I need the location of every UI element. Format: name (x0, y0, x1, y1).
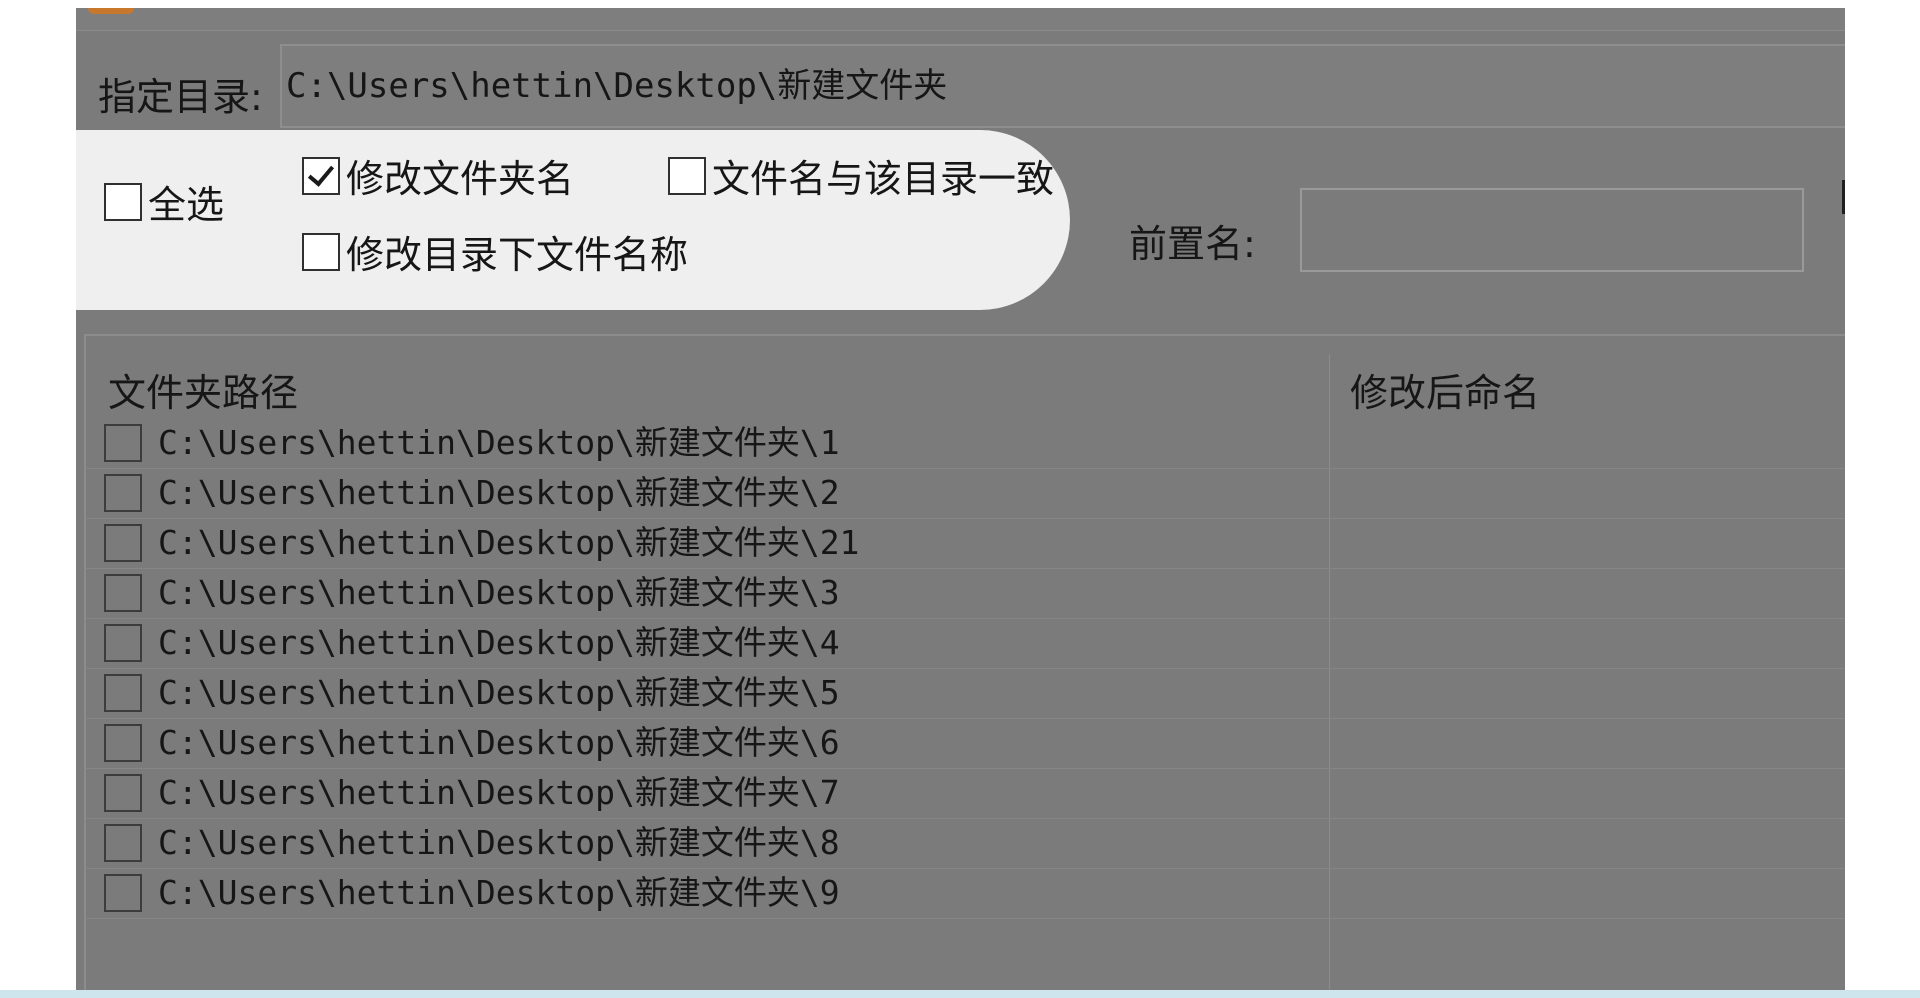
row-folder-path: C:\Users\hettin\Desktop\新建文件夹\9 (158, 873, 840, 912)
table-row[interactable]: C:\Users\hettin\Desktop\新建文件夹\1 (86, 418, 1845, 469)
select-all-checkbox[interactable] (104, 182, 142, 221)
row-checkbox[interactable] (104, 774, 142, 812)
directory-label: 指定目录: (98, 75, 263, 119)
table-row[interactable]: C:\Users\hettin\Desktop\新建文件夹\6 (86, 718, 1845, 769)
rename-folder-label: 修改文件夹名 (346, 157, 575, 201)
options-highlight-panel: 全选 修改文件夹名 文件名与该目录一致 修改目录下文件名称 (76, 130, 1070, 310)
rename-files-label: 修改目录下文件名称 (346, 233, 689, 277)
table-row[interactable]: C:\Users\hettin\Desktop\新建文件夹\2 (86, 468, 1845, 519)
row-checkbox[interactable] (104, 624, 142, 662)
row-checkbox[interactable] (104, 874, 142, 912)
table-row[interactable]: C:\Users\hettin\Desktop\新建文件夹\4 (86, 618, 1845, 669)
window-top-strip (76, 8, 1845, 31)
select-all-option[interactable]: 全选 (104, 174, 224, 229)
match-dir-name-checkbox[interactable] (668, 156, 706, 195)
row-checkbox[interactable] (104, 824, 142, 862)
row-checkbox[interactable] (104, 424, 142, 462)
table-row[interactable]: C:\Users\hettin\Desktop\新建文件夹\3 (86, 568, 1845, 619)
table-row[interactable]: C:\Users\hettin\Desktop\新建文件夹\7 (86, 768, 1845, 819)
row-checkbox[interactable] (104, 674, 142, 712)
app-icon (88, 8, 134, 14)
table-row[interactable]: C:\Users\hettin\Desktop\新建文件夹\8 (86, 818, 1845, 869)
rename-files-option[interactable]: 修改目录下文件名称 (302, 224, 688, 279)
match-dir-name-option[interactable]: 文件名与该目录一致 (668, 148, 1054, 203)
prefix-input[interactable] (1300, 188, 1804, 272)
folder-table: 文件夹路径 修改后命名 C:\Users\hettin\Desktop\新建文件… (84, 334, 1845, 990)
column-header-new-name[interactable]: 修改后命名 (1350, 362, 1540, 417)
directory-input[interactable]: C:\Users\hettin\Desktop\新建文件夹 (280, 44, 1845, 128)
row-folder-path: C:\Users\hettin\Desktop\新建文件夹\4 (158, 623, 840, 662)
row-folder-path: C:\Users\hettin\Desktop\新建文件夹\8 (158, 823, 840, 862)
row-folder-path: C:\Users\hettin\Desktop\新建文件夹\21 (158, 523, 860, 562)
row-folder-path: C:\Users\hettin\Desktop\新建文件夹\3 (158, 573, 840, 612)
row-folder-path: C:\Users\hettin\Desktop\新建文件夹\5 (158, 673, 840, 712)
rename-folder-option[interactable]: 修改文件夹名 (302, 148, 574, 203)
row-folder-path: C:\Users\hettin\Desktop\新建文件夹\6 (158, 723, 840, 762)
row-folder-path: C:\Users\hettin\Desktop\新建文件夹\1 (158, 423, 840, 462)
rename-folder-checkbox[interactable] (302, 156, 340, 195)
rename-files-checkbox[interactable] (302, 232, 340, 271)
row-checkbox[interactable] (104, 474, 142, 512)
table-row[interactable]: C:\Users\hettin\Desktop\新建文件夹\5 (86, 668, 1845, 719)
match-dir-name-label: 文件名与该目录一致 (712, 157, 1055, 201)
table-row[interactable]: C:\Users\hettin\Desktop\新建文件夹\9 (86, 868, 1845, 919)
clipped-control-edge (1842, 180, 1845, 214)
rename-tool-window: 指定目录: C:\Users\hettin\Desktop\新建文件夹 全选 修… (76, 8, 1845, 990)
prefix-label: 前置名: (1129, 222, 1256, 266)
select-all-label: 全选 (148, 183, 225, 227)
row-checkbox[interactable] (104, 574, 142, 612)
row-folder-path: C:\Users\hettin\Desktop\新建文件夹\7 (158, 773, 840, 812)
table-row[interactable]: C:\Users\hettin\Desktop\新建文件夹\21 (86, 518, 1845, 569)
row-checkbox[interactable] (104, 724, 142, 762)
row-checkbox[interactable] (104, 524, 142, 562)
row-folder-path: C:\Users\hettin\Desktop\新建文件夹\2 (158, 473, 840, 512)
column-header-folder-path[interactable]: 文件夹路径 (108, 362, 298, 417)
taskbar-strip (0, 990, 1920, 998)
